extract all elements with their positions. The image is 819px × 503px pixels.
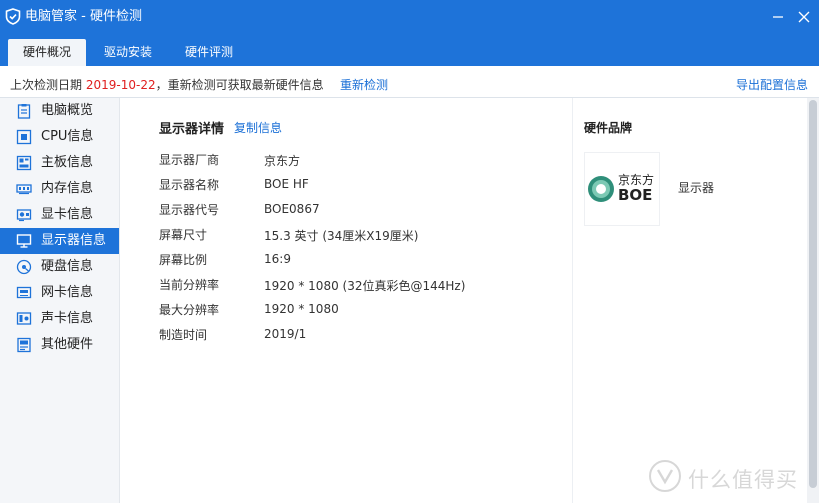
- detail-row-label: 显示器名称: [159, 178, 220, 192]
- network-card-icon: [16, 286, 32, 299]
- graphics-card-icon: [16, 209, 32, 222]
- detail-row-label: 显示器厂商: [159, 153, 220, 167]
- boe-logo-icon: 京东方 BOE: [588, 172, 654, 204]
- sidebar-item-label: 其他硬件: [41, 337, 94, 352]
- close-icon: [798, 11, 810, 23]
- other-hardware-icon: [17, 337, 31, 353]
- last-check-prefix: 上次检测日期: [10, 78, 83, 92]
- clipboard-icon: [17, 104, 31, 119]
- sidebar-item-label: 硬盘信息: [41, 259, 94, 274]
- watermark-text: 什么值得买: [688, 468, 798, 492]
- minimize-button[interactable]: [768, 7, 788, 27]
- sidebar-item-disk[interactable]: 硬盘信息: [0, 254, 119, 280]
- detail-row-label: 屏幕比例: [159, 253, 208, 267]
- minimize-icon: [773, 16, 783, 18]
- detail-row-value: 1920 * 1080: [264, 302, 339, 316]
- brand-logo-cn: 京东方: [618, 172, 654, 187]
- detail-row-label: 制造时间: [159, 328, 208, 342]
- detail-row-value: BOE0867: [264, 202, 320, 216]
- window-title: 电脑管家 - 硬件检测: [25, 9, 142, 24]
- last-check-info: 上次检测日期 2019-10-22，重新检测可获取最新硬件信息: [10, 76, 324, 93]
- tab-driver-install[interactable]: 驱动安装: [89, 39, 167, 66]
- scrollbar-thumb[interactable]: [809, 100, 817, 488]
- motherboard-icon: [16, 155, 32, 171]
- sound-card-icon: [16, 312, 32, 325]
- sidebar-item-label: 主板信息: [41, 155, 94, 170]
- disk-icon: [16, 259, 32, 275]
- sidebar-item-other[interactable]: 其他硬件: [0, 332, 119, 358]
- sidebar-item-label: 内存信息: [41, 181, 94, 196]
- detail-row-value: 16:9: [264, 252, 291, 266]
- monitor-detail-panel: 显示器详情 复制信息 显示器厂商 京东方 显示器名称 BOE HF 显示器代号 …: [121, 98, 572, 503]
- tab-hardware-overview[interactable]: 硬件概况: [8, 39, 86, 66]
- sidebar-item-cpu[interactable]: CPU信息: [0, 124, 119, 150]
- detail-title: 显示器详情: [159, 122, 225, 137]
- brand-title: 硬件品牌: [584, 121, 633, 135]
- detail-row-value: 15.3 英寸 (34厘米X19厘米): [264, 229, 419, 243]
- last-check-suffix: ，重新检测可获取最新硬件信息: [155, 78, 324, 92]
- info-bar: 上次检测日期 2019-10-22，重新检测可获取最新硬件信息 重新检测 导出配…: [0, 66, 819, 98]
- watermark: 什么值得买: [648, 458, 808, 494]
- sidebar-item-memory[interactable]: 内存信息: [0, 176, 119, 202]
- sidebar-item-label: 显示器信息: [41, 233, 107, 248]
- sidebar-item-overview[interactable]: 电脑概览: [0, 98, 119, 124]
- watermark-logo-icon: [649, 460, 681, 492]
- sidebar-item-label: 网卡信息: [41, 285, 94, 300]
- sidebar-item-motherboard[interactable]: 主板信息: [0, 150, 119, 176]
- last-check-date: 2019-10-22: [85, 78, 156, 92]
- sidebar-item-network[interactable]: 网卡信息: [0, 280, 119, 306]
- brand-logo-en: BOE: [618, 186, 652, 204]
- detail-row-label: 当前分辨率: [159, 278, 220, 292]
- cpu-icon: [16, 129, 32, 145]
- detail-row-label: 屏幕尺寸: [159, 228, 208, 242]
- sidebar-item-graphics[interactable]: 显卡信息: [0, 202, 119, 228]
- title-bar: 电脑管家 - 硬件检测: [0, 0, 819, 34]
- memory-icon: [16, 184, 32, 195]
- recheck-link[interactable]: 重新检测: [340, 76, 388, 93]
- tab-bar: 硬件概况 驱动安装 硬件评测: [0, 34, 819, 66]
- shield-icon: [5, 8, 21, 25]
- detail-row-value: 1920 * 1080 (32位真彩色@144Hz): [264, 279, 466, 293]
- vertical-scrollbar[interactable]: [807, 98, 819, 503]
- sidebar-item-label: 声卡信息: [41, 311, 94, 326]
- detail-row-label: 最大分辨率: [159, 303, 220, 317]
- sidebar-item-label: CPU信息: [41, 129, 94, 144]
- detail-row-value: 京东方: [264, 154, 301, 168]
- sidebar-item-label: 显卡信息: [41, 207, 94, 222]
- brand-category: 显示器: [678, 181, 715, 195]
- brand-panel: 硬件品牌 京东方 BOE 显示器: [572, 98, 807, 503]
- tab-hardware-benchmark[interactable]: 硬件评测: [170, 39, 248, 66]
- sidebar-item-label: 电脑概览: [41, 103, 94, 118]
- export-config-link[interactable]: 导出配置信息: [736, 76, 808, 93]
- detail-row-value: 2019/1: [264, 327, 307, 341]
- sidebar-item-sound[interactable]: 声卡信息: [0, 306, 119, 332]
- monitor-icon: [16, 234, 32, 248]
- detail-row-value: BOE HF: [264, 177, 309, 191]
- close-button[interactable]: [794, 7, 814, 27]
- sidebar-item-monitor[interactable]: 显示器信息: [0, 228, 119, 254]
- brand-logo: 京东方 BOE: [584, 152, 660, 226]
- sidebar: 电脑概览 CPU信息 主板信息 内存信息 显卡信息 显示器信息 硬盘信息 网卡信…: [0, 98, 120, 503]
- copy-info-link[interactable]: 复制信息: [234, 119, 282, 136]
- detail-row-label: 显示器代号: [159, 203, 220, 217]
